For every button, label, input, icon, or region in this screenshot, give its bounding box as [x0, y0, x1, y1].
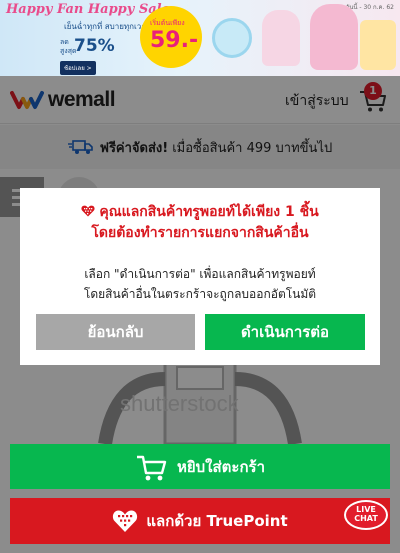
live-chat-button[interactable]: LIVE CHAT — [344, 500, 388, 534]
redeem-truepoint-label: แลกด้วย TruePoint — [146, 512, 288, 530]
banner-product-yellow-image — [360, 20, 396, 70]
banner-product-toy-image — [262, 10, 300, 66]
promo-banner[interactable]: Happy Fan Happy Sale วันนี้ - 30 ก.ค. 62… — [0, 0, 400, 76]
banner-price: 59.- — [150, 28, 199, 53]
dialog-message-line1: เลือก "ดำเนินการต่อ" เพื่อแลกสินค้าทรูพอ… — [84, 267, 316, 281]
dialog-title-line1: คุณแลกสินค้าทรูพอยท์ได้เพียง 1 ชิ้น — [99, 204, 319, 220]
banner-title: Happy Fan Happy Sale — [6, 2, 170, 17]
banner-product-pink-fan-image — [310, 4, 358, 70]
dialog-title-line2: โดยต้องทำรายการแยกจากสินค้าอื่น — [91, 225, 309, 241]
truepoint-heart-icon — [113, 510, 138, 532]
live-chat-label-chat: CHAT — [354, 514, 378, 523]
truepoint-heart-icon — [81, 205, 95, 217]
add-to-cart-button[interactable]: หยิบใส่ตะกร้า — [10, 444, 390, 489]
banner-price-badge: เริ่มต้นเพียง 59.- — [140, 6, 202, 68]
cart-icon — [136, 455, 167, 480]
banner-discount: 75% — [74, 36, 115, 56]
banner-subtitle: เย็นฉ่ำทุกที่ สบายทุกเวลา — [64, 22, 151, 31]
dialog-message-line2: โดยสินค้าอื่นในตระกร้าจะถูกลบออกอัตโนมัต… — [83, 287, 317, 301]
dialog-message: เลือก "ดำเนินการต่อ" เพื่อแลกสินค้าทรูพอ… — [20, 264, 380, 304]
banner-product-fan-image — [212, 18, 252, 58]
dialog-title: คุณแลกสินค้าทรูพอยท์ได้เพียง 1 ชิ้น โดยต… — [20, 202, 380, 244]
continue-button[interactable]: ดำเนินการต่อ — [205, 314, 365, 350]
truepoint-dialog: คุณแลกสินค้าทรูพอยท์ได้เพียง 1 ชิ้น โดยต… — [20, 188, 380, 365]
banner-shop-button[interactable]: ช้อปเลย > — [60, 61, 96, 75]
redeem-truepoint-button[interactable]: แลกด้วย TruePoint — [10, 498, 390, 544]
add-to-cart-label: หยิบใส่ตะกร้า — [176, 457, 266, 476]
back-button[interactable]: ย้อนกลับ — [36, 314, 195, 350]
live-chat-label-live: LIVE — [356, 505, 376, 514]
